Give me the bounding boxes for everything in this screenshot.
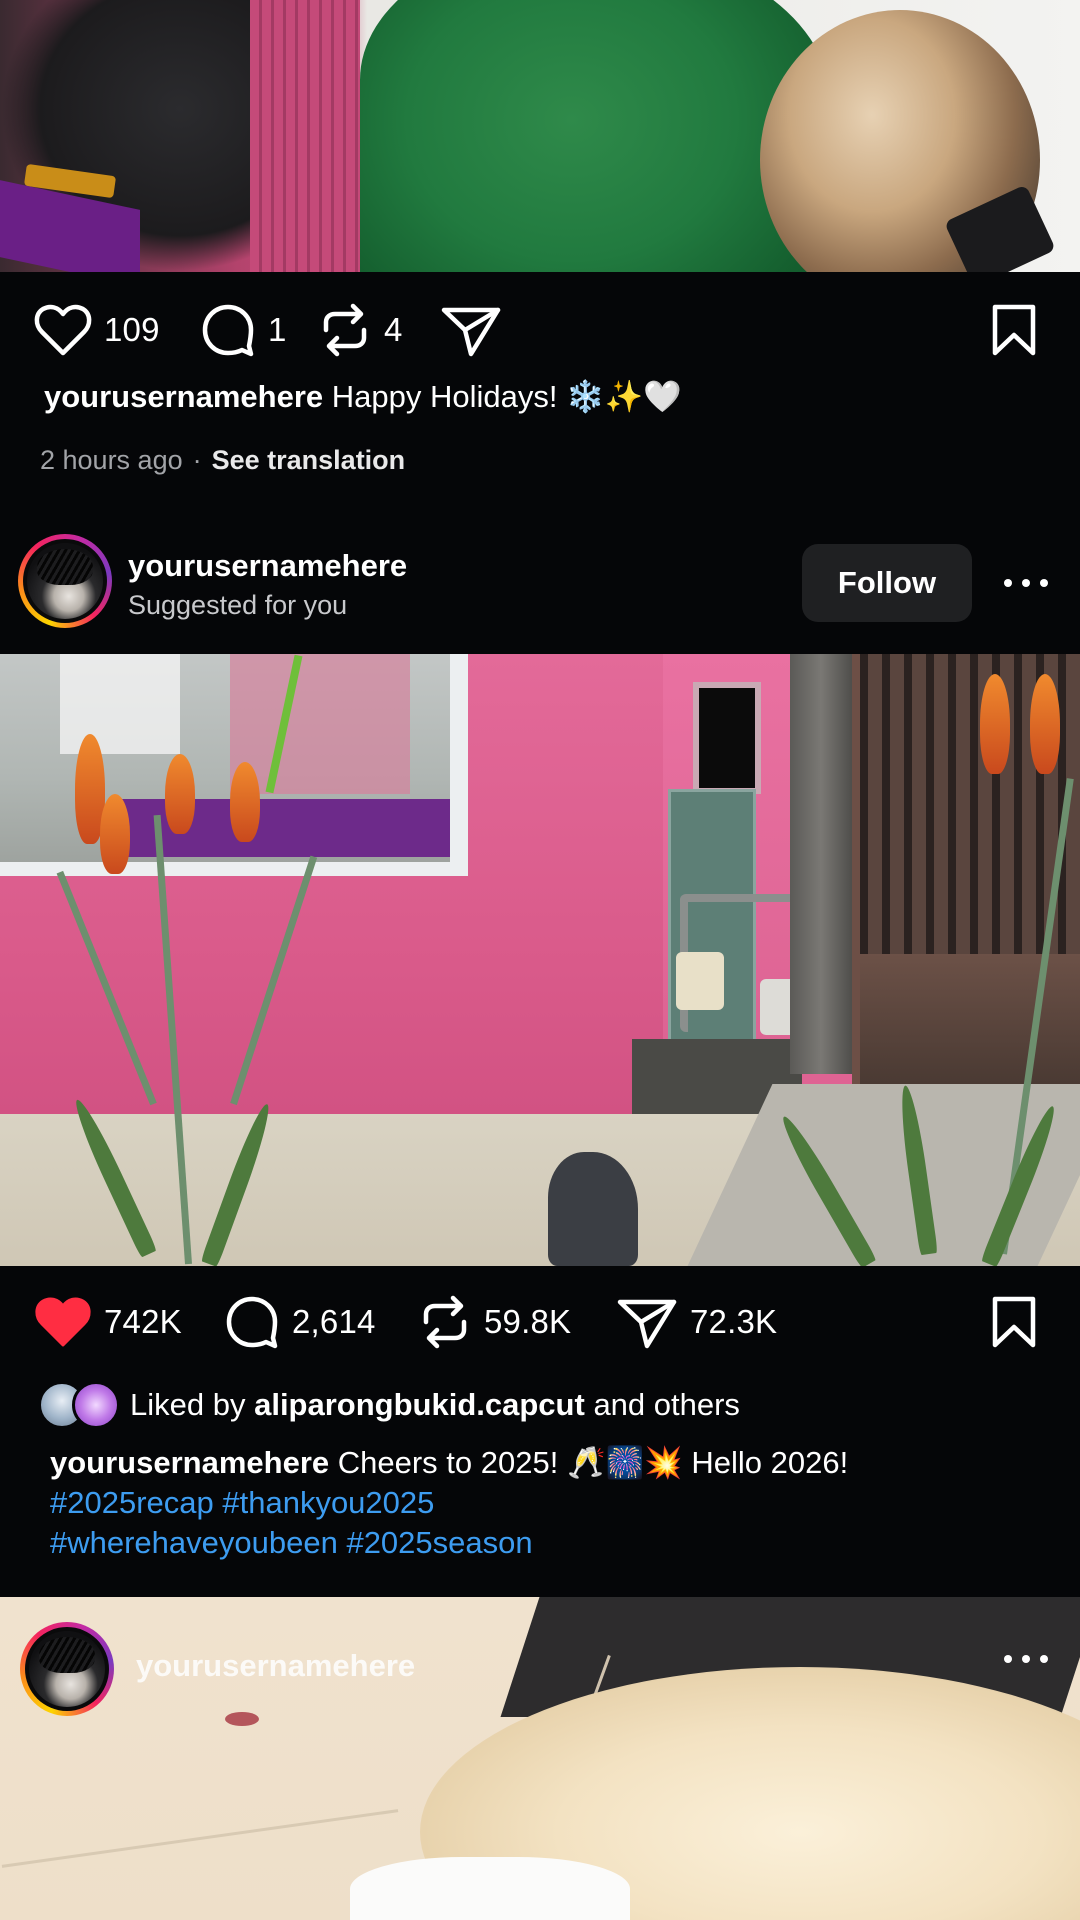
liked-by-row[interactable]: Liked by aliparongbukid.capcut and other… xyxy=(38,1380,740,1430)
post2-action-bar: 742K 2,614 59.8K 72.3K xyxy=(0,1282,1080,1362)
heart-icon xyxy=(34,304,92,356)
repost-count: 4 xyxy=(384,311,403,348)
liker-avatar xyxy=(72,1381,120,1429)
comment-bubble-icon xyxy=(202,304,254,357)
caption-text: Happy Holidays! ❄️✨🤍 xyxy=(331,379,682,414)
more-dots-icon xyxy=(1004,1655,1012,1663)
send-icon xyxy=(617,1299,677,1349)
repost-button[interactable]: 4 xyxy=(318,290,403,370)
post1-media[interactable] xyxy=(0,0,1080,272)
separator-dot: · xyxy=(192,445,202,475)
repost-icon xyxy=(323,303,367,357)
repost-count: 59.8K xyxy=(484,1303,572,1340)
post2-header: yourusernamehere Suggested for you Follo… xyxy=(0,528,1080,654)
repost-icon xyxy=(423,1295,467,1349)
comment-bubble-icon xyxy=(226,1296,278,1349)
follow-button[interactable]: Follow xyxy=(802,544,972,622)
share-button[interactable]: 72.3K xyxy=(616,1282,777,1362)
like-count: 742K xyxy=(104,1303,182,1340)
caption-username[interactable]: yourusernamehere xyxy=(50,1445,329,1480)
more-options-button[interactable] xyxy=(1004,568,1048,598)
repost-button[interactable]: 59.8K xyxy=(418,1282,571,1362)
heart-filled-icon xyxy=(35,1297,91,1347)
bookmark-icon xyxy=(992,1296,1036,1348)
like-button[interactable]: 742K xyxy=(34,1282,182,1362)
comment-button[interactable]: 1 xyxy=(200,290,287,370)
post1-caption: yourusernamehere Happy Holidays! ❄️✨🤍 xyxy=(44,378,682,415)
liked-by-prefix: Liked by xyxy=(130,1387,246,1422)
post1-action-bar: 109 1 4 xyxy=(0,290,1080,370)
post2-media[interactable] xyxy=(0,654,1080,1266)
comment-button[interactable]: 2,614 xyxy=(224,1282,376,1362)
share-count: 72.3K xyxy=(690,1303,778,1340)
like-count: 109 xyxy=(104,311,160,348)
comment-count: 2,614 xyxy=(292,1303,376,1340)
save-button[interactable] xyxy=(990,1282,1038,1362)
suggested-label: Suggested for you xyxy=(128,590,348,620)
see-translation-link[interactable]: See translation xyxy=(212,445,406,475)
like-button[interactable]: 109 xyxy=(34,290,160,370)
more-options-button[interactable] xyxy=(1004,1644,1048,1674)
feed: 109 1 4 yourusernamehere Happy Holidays!… xyxy=(0,0,1080,1920)
hashtags-line-1[interactable]: #2025recap #thankyou2025 xyxy=(50,1483,1050,1523)
save-button[interactable] xyxy=(990,290,1038,370)
comment-count: 1 xyxy=(268,311,287,348)
post2-caption: yourusernamehere Cheers to 2025! 🥂🎆💥 Hel… xyxy=(50,1443,1050,1563)
liked-by-suffix[interactable]: and others xyxy=(593,1387,740,1422)
more-dots-icon xyxy=(1004,579,1012,587)
post-username[interactable]: yourusernamehere xyxy=(128,548,407,584)
send-icon xyxy=(441,307,501,357)
caption-text: Cheers to 2025! 🥂🎆💥 Hello 2026! xyxy=(337,1445,849,1480)
hashtags-line-2[interactable]: #wherehaveyoubeen #2025season xyxy=(50,1523,1050,1563)
bookmark-icon xyxy=(992,304,1036,356)
timestamp: 2 hours ago xyxy=(40,445,183,475)
avatar[interactable] xyxy=(18,534,112,628)
liked-by-username[interactable]: aliparongbukid.capcut xyxy=(254,1387,585,1422)
avatar[interactable] xyxy=(20,1622,114,1716)
post3-header: yourusernamehere xyxy=(0,1620,1080,1720)
caption-username[interactable]: yourusernamehere xyxy=(44,379,323,414)
post1-meta: 2 hours ago · See translation xyxy=(40,445,405,476)
share-button[interactable] xyxy=(440,290,502,370)
post-username[interactable]: yourusernamehere xyxy=(136,1648,415,1684)
